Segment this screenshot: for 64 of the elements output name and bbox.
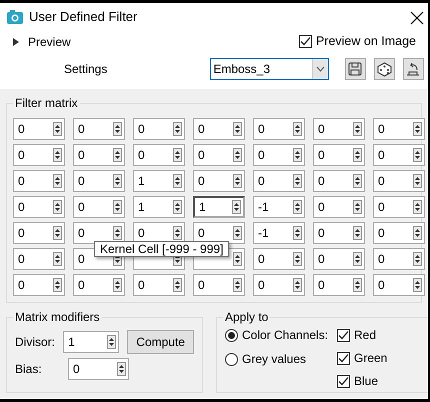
spin-field[interactable]: 1 [133, 196, 185, 218]
spin-field[interactable]: 0 [253, 144, 305, 166]
window-title: User Defined Filter [29, 8, 138, 26]
spin-field[interactable]: 0 [13, 222, 65, 244]
spin-field[interactable]: 0 [13, 170, 65, 192]
settings-dropdown[interactable]: Emboss_3 [210, 58, 329, 80]
spin-field[interactable]: 0 [373, 118, 425, 140]
spin-field[interactable]: -1 [253, 222, 305, 244]
spin-field[interactable]: 1 [193, 196, 245, 218]
spin-field[interactable]: 0 [313, 274, 365, 296]
spin-field[interactable]: 0 [193, 144, 245, 166]
spin-field[interactable]: 1 [133, 170, 185, 192]
spin-field[interactable]: 0 [193, 118, 245, 140]
spin-field[interactable]: 0 [13, 274, 65, 296]
spin-field[interactable]: 0 [133, 144, 185, 166]
spin-field[interactable]: 0 [73, 144, 125, 166]
spin-field[interactable]: 0 [313, 118, 365, 140]
spin-field[interactable]: 0 [313, 170, 365, 192]
spin-field[interactable]: 0 [253, 170, 305, 192]
group-title: Filter matrix [13, 96, 80, 110]
checkbox-label[interactable]: Green [354, 349, 388, 367]
spin-field[interactable]: 0 [313, 222, 365, 244]
spin-field[interactable]: 0 [13, 196, 65, 218]
spin-field[interactable]: 1 [63, 331, 120, 353]
spin-field[interactable]: 0 [73, 274, 125, 296]
radio-label[interactable]: Grey values [242, 350, 306, 368]
spin-field[interactable]: 0 [373, 170, 425, 192]
spin-field[interactable]: 0 [313, 248, 365, 270]
spin-field[interactable]: 0 [73, 118, 125, 140]
spin-field[interactable]: 0 [73, 196, 125, 218]
checkbox-label[interactable]: Preview on Image [316, 32, 416, 51]
checkbox-label[interactable]: Red [354, 326, 376, 344]
spin-field[interactable]: 0 [73, 170, 125, 192]
spin-field[interactable]: 0 [253, 118, 305, 140]
spin-field[interactable]: 0 [13, 118, 65, 140]
spin-field[interactable]: 0 [133, 118, 185, 140]
spin-field[interactable]: 0 [193, 222, 245, 244]
spin-field[interactable]: 0 [73, 222, 125, 244]
checkbox-label[interactable]: Blue [354, 372, 378, 390]
spin-field[interactable]: -1 [253, 196, 305, 218]
field-label: Bias: [15, 361, 43, 378]
spin-field[interactable]: 0 [68, 358, 129, 380]
spin-field[interactable]: 0 [373, 222, 425, 244]
group-title: Apply to [223, 310, 270, 324]
tooltip: Kernel Cell [-999 - 999] [94, 241, 230, 257]
spin-field[interactable]: 0 [253, 248, 305, 270]
spin-field[interactable]: 0 [193, 170, 245, 192]
spin-field[interactable]: 0 [253, 274, 305, 296]
group-title: Matrix modifiers [13, 310, 102, 324]
spin-field[interactable]: 0 [373, 144, 425, 166]
spin-field[interactable]: 0 [373, 196, 425, 218]
spin-field[interactable]: 0 [193, 274, 245, 296]
spin-field[interactable]: 0 [373, 274, 425, 296]
spin-field[interactable]: 0 [133, 274, 185, 296]
spin-field[interactable]: 0 [13, 248, 65, 270]
preview-toggle[interactable]: Preview [12, 32, 71, 50]
spin-field[interactable]: 0 [313, 196, 365, 218]
settings-label: Settings [64, 61, 108, 78]
spin-field[interactable]: 0 [13, 144, 65, 166]
compute-button[interactable]: Compute [127, 330, 194, 354]
spin-field[interactable]: 0 [313, 144, 365, 166]
radio-label[interactable]: Color Channels: [242, 326, 328, 344]
field-label: Divisor: [15, 334, 56, 351]
spin-field[interactable]: 0 [373, 248, 425, 270]
